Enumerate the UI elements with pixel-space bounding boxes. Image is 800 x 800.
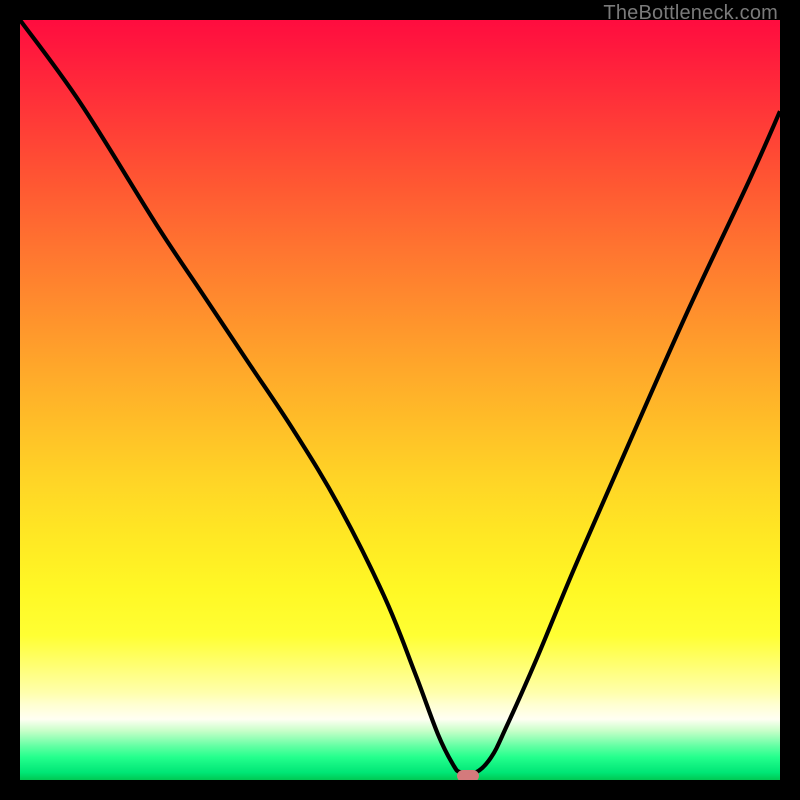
watermark-label: TheBottleneck.com [603, 2, 778, 25]
minimum-marker-icon [457, 770, 479, 780]
bottleneck-curve [20, 20, 780, 780]
plot-area [20, 20, 780, 780]
chart-frame: TheBottleneck.com [0, 0, 800, 800]
curve-path [20, 20, 780, 774]
